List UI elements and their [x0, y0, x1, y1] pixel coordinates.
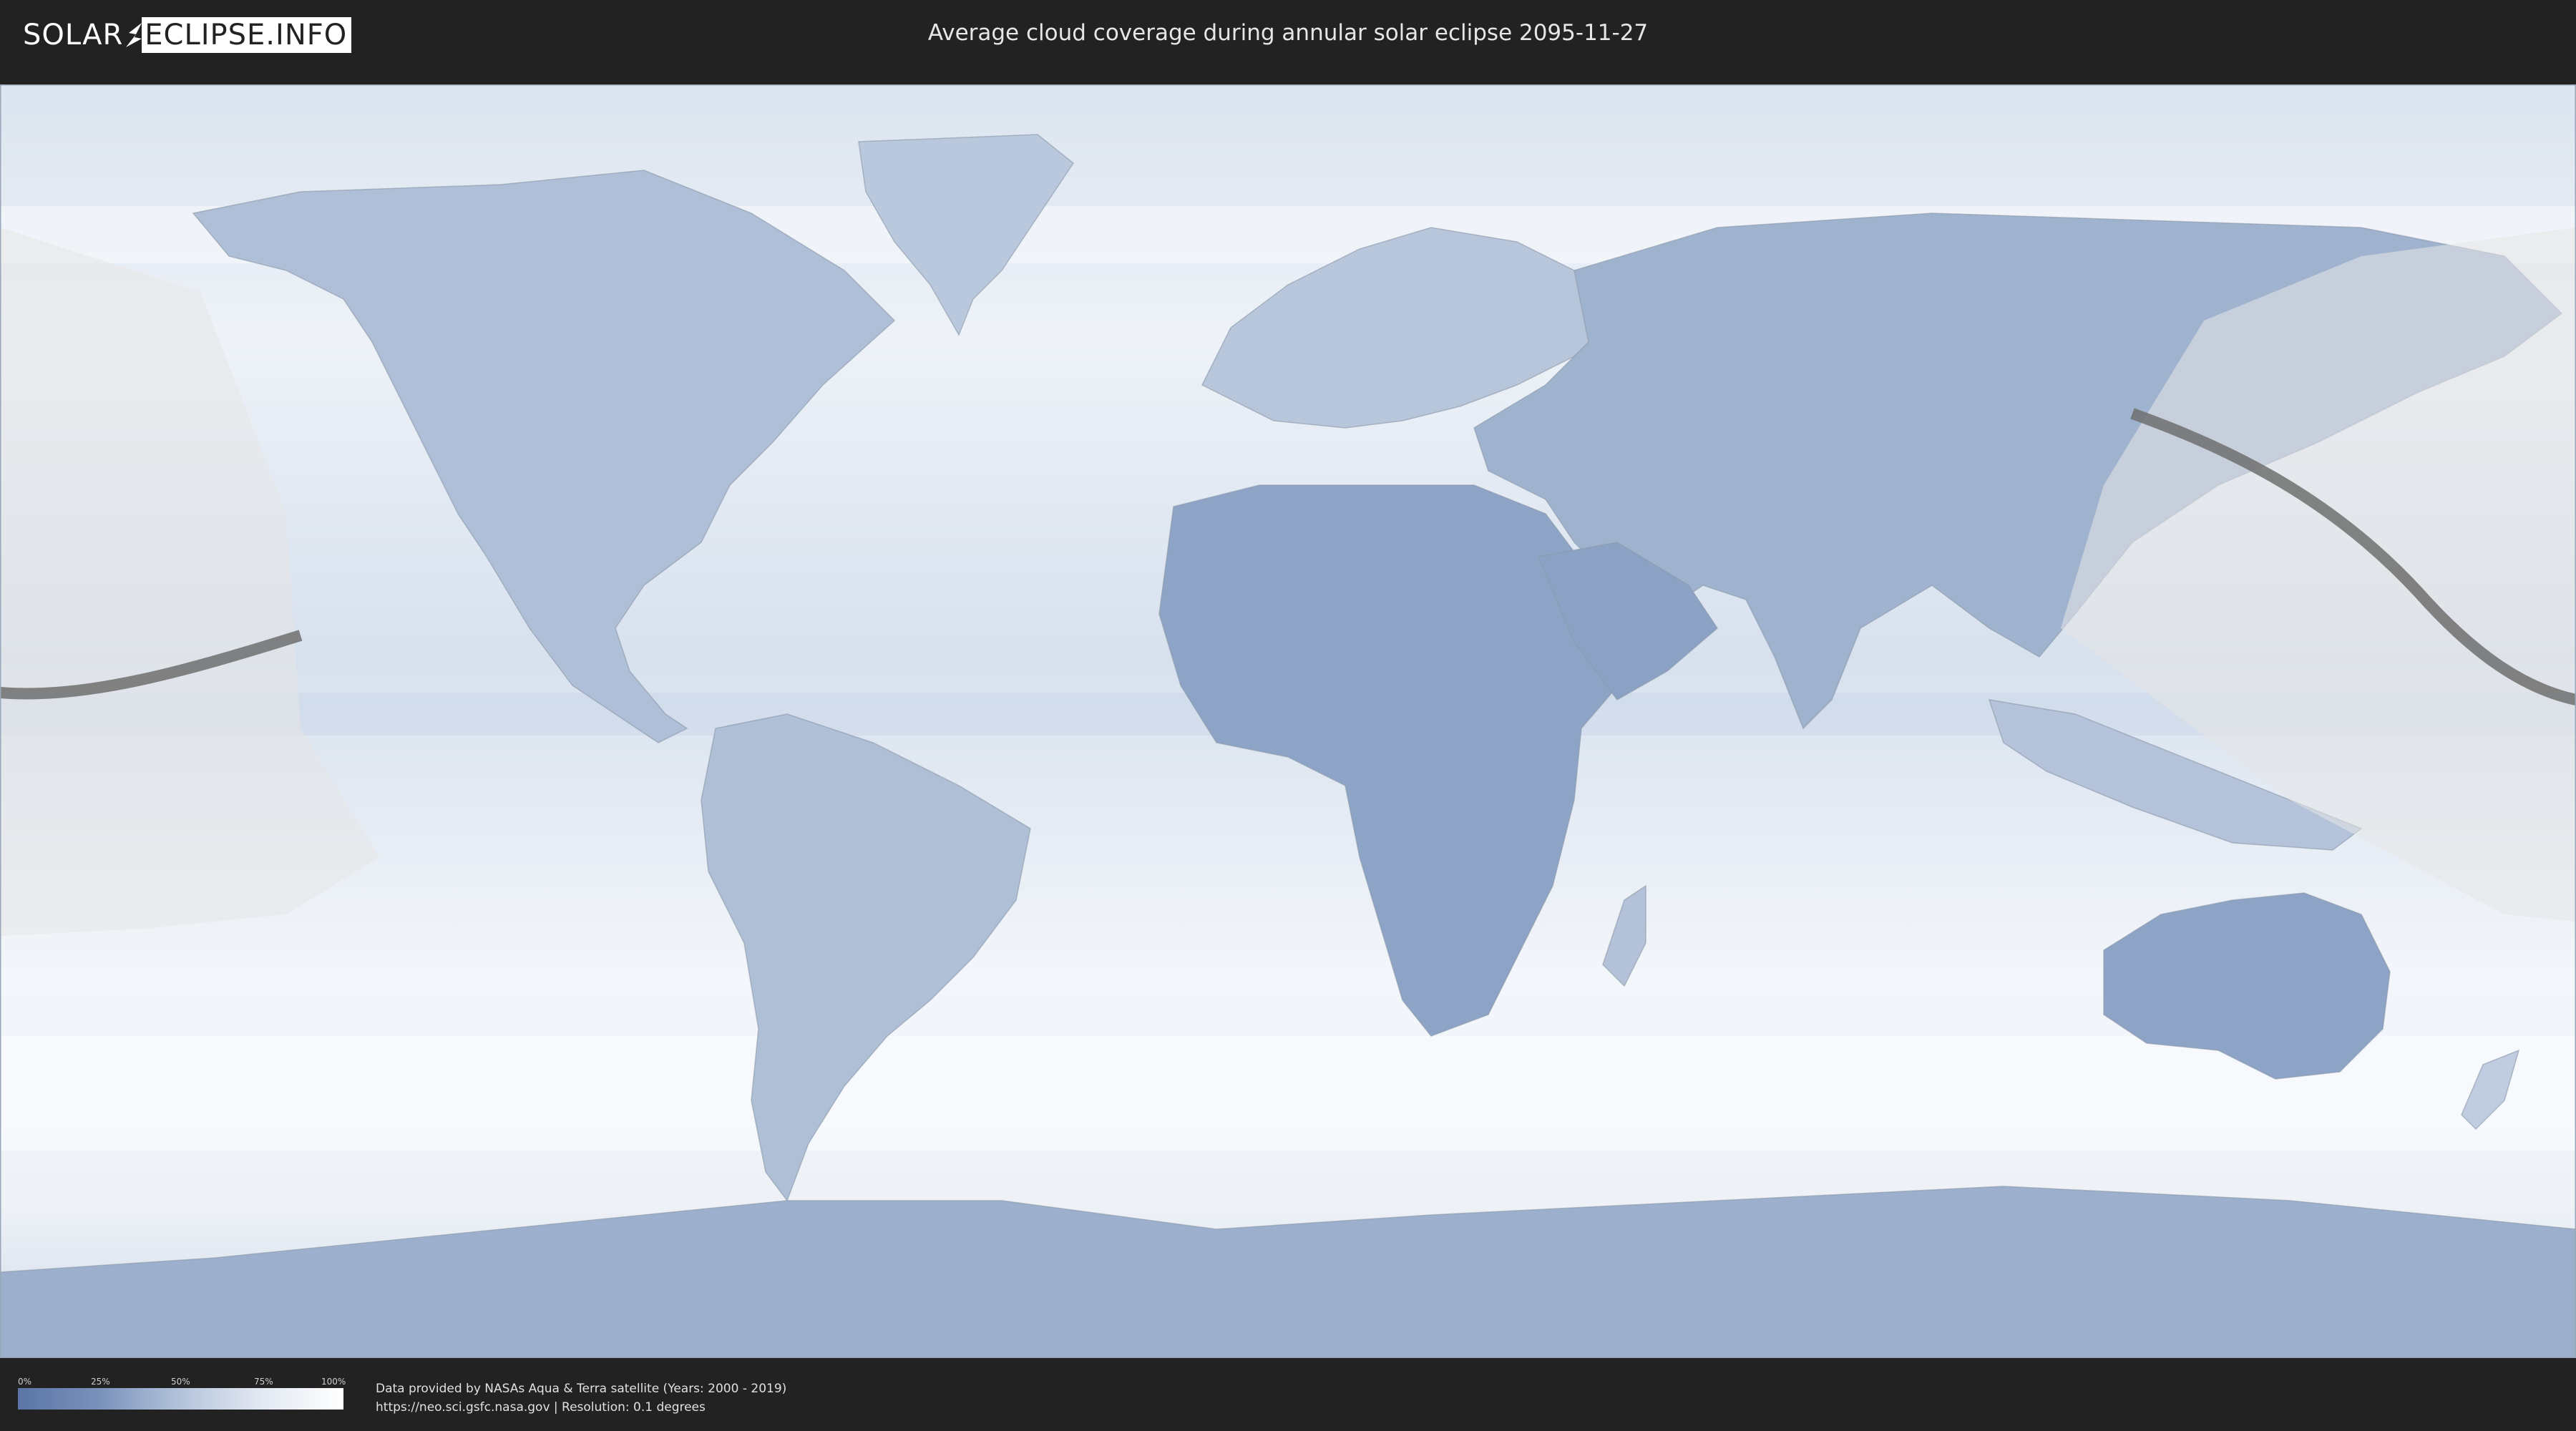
legend-tick-75: 75%	[254, 1377, 273, 1387]
legend-tick-25: 25%	[91, 1377, 110, 1387]
credits-line-source: Data provided by NASAs Aqua & Terra sate…	[376, 1382, 787, 1396]
cloud-band-south	[0, 1036, 2576, 1151]
legend-tick-100: 100%	[321, 1377, 346, 1387]
legend-ticks: 0% 25% 50% 75% 100%	[18, 1377, 346, 1388]
footer-bar: 0% 25% 50% 75% 100% Data provided by NAS…	[0, 1358, 2576, 1431]
world-map-svg	[0, 84, 2576, 1358]
page-title: Average cloud coverage during annular so…	[927, 20, 1649, 46]
data-credits: Data provided by NASAs Aqua & Terra sate…	[376, 1379, 786, 1417]
cloud-coverage-legend: 0% 25% 50% 75% 100%	[18, 1377, 346, 1410]
legend-tick-50: 50%	[171, 1377, 190, 1387]
credits-line-url[interactable]: https://neo.sci.gsfc.nasa.gov | Resoluti…	[376, 1398, 786, 1417]
cloud-coverage-map[interactable]	[0, 84, 2576, 1358]
legend-tick-0: 0%	[18, 1377, 32, 1387]
header-bar: SOLAR ECLIPSE.INFO Average cloud coverag…	[0, 0, 2576, 72]
legend-color-ramp	[18, 1388, 343, 1410]
